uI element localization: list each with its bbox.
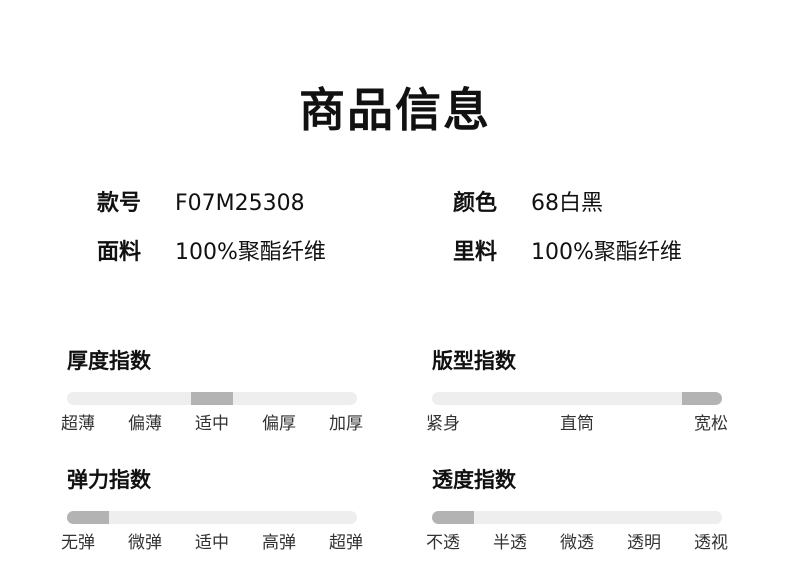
spec-lining-label: 里料 [453,240,498,265]
transparency-level-5: 透视 [694,533,728,553]
spec-fabric-label: 面料 [97,240,142,265]
elasticity-index-levels: 无弹 微弹 适中 高弹 超弹 [61,532,363,554]
elasticity-index-track [67,511,357,524]
transparency-level-1: 不透 [426,533,460,553]
transparency-index-indicator [432,511,474,524]
fit-index-track [432,392,722,405]
fit-index-title: 版型指数 [432,349,516,373]
elasticity-index-title: 弹力指数 [67,468,151,492]
transparency-level-2: 半透 [493,533,527,553]
elasticity-level-1: 无弹 [61,533,95,553]
transparency-index: 透度指数 不透 半透 微透 透明 透视 [426,466,728,556]
spec-style-no: 款号 F07M25308 [97,189,305,219]
thickness-level-4: 偏厚 [262,414,296,434]
spec-style-no-label: 款号 [97,191,142,216]
elasticity-level-4: 高弹 [262,533,296,553]
thickness-level-1: 超薄 [61,414,95,434]
fit-level-3: 宽松 [694,414,728,434]
fit-index: 版型指数 紧身 直筒 宽松 [426,347,728,437]
fit-index-levels: 紧身 直筒 宽松 [426,413,728,435]
spec-color-label: 颜色 [453,191,498,216]
transparency-level-3: 微透 [560,533,594,553]
elasticity-index: 弹力指数 无弹 微弹 适中 高弹 超弹 [61,466,363,556]
page-title: 商品信息 [299,83,491,137]
elasticity-level-5: 超弹 [329,533,363,553]
elasticity-level-3: 适中 [195,533,229,553]
spec-fabric: 面料 100%聚酯纤维 [97,238,326,268]
spec-style-no-value: F07M25308 [175,191,305,216]
transparency-index-levels: 不透 半透 微透 透明 透视 [426,532,728,554]
fit-index-indicator [682,392,722,405]
thickness-level-2: 偏薄 [128,414,162,434]
thickness-index-levels: 超薄 偏薄 适中 偏厚 加厚 [61,413,363,435]
spec-color-value: 68白黑 [531,191,603,216]
transparency-index-track [432,511,722,524]
thickness-level-3: 适中 [195,414,229,434]
transparency-index-title: 透度指数 [432,468,516,492]
thickness-index-indicator [191,392,233,405]
transparency-level-4: 透明 [627,533,661,553]
thickness-level-5: 加厚 [329,414,363,434]
fit-level-1: 紧身 [426,414,460,434]
fit-level-2: 直筒 [560,414,594,434]
elasticity-level-2: 微弹 [128,533,162,553]
thickness-index-track [67,392,357,405]
spec-lining: 里料 100%聚酯纤维 [453,238,682,268]
thickness-index: 厚度指数 超薄 偏薄 适中 偏厚 加厚 [61,347,363,437]
spec-color: 颜色 68白黑 [453,189,603,219]
thickness-index-title: 厚度指数 [67,349,151,373]
spec-fabric-value: 100%聚酯纤维 [175,240,326,265]
elasticity-index-indicator [67,511,109,524]
spec-lining-value: 100%聚酯纤维 [531,240,682,265]
